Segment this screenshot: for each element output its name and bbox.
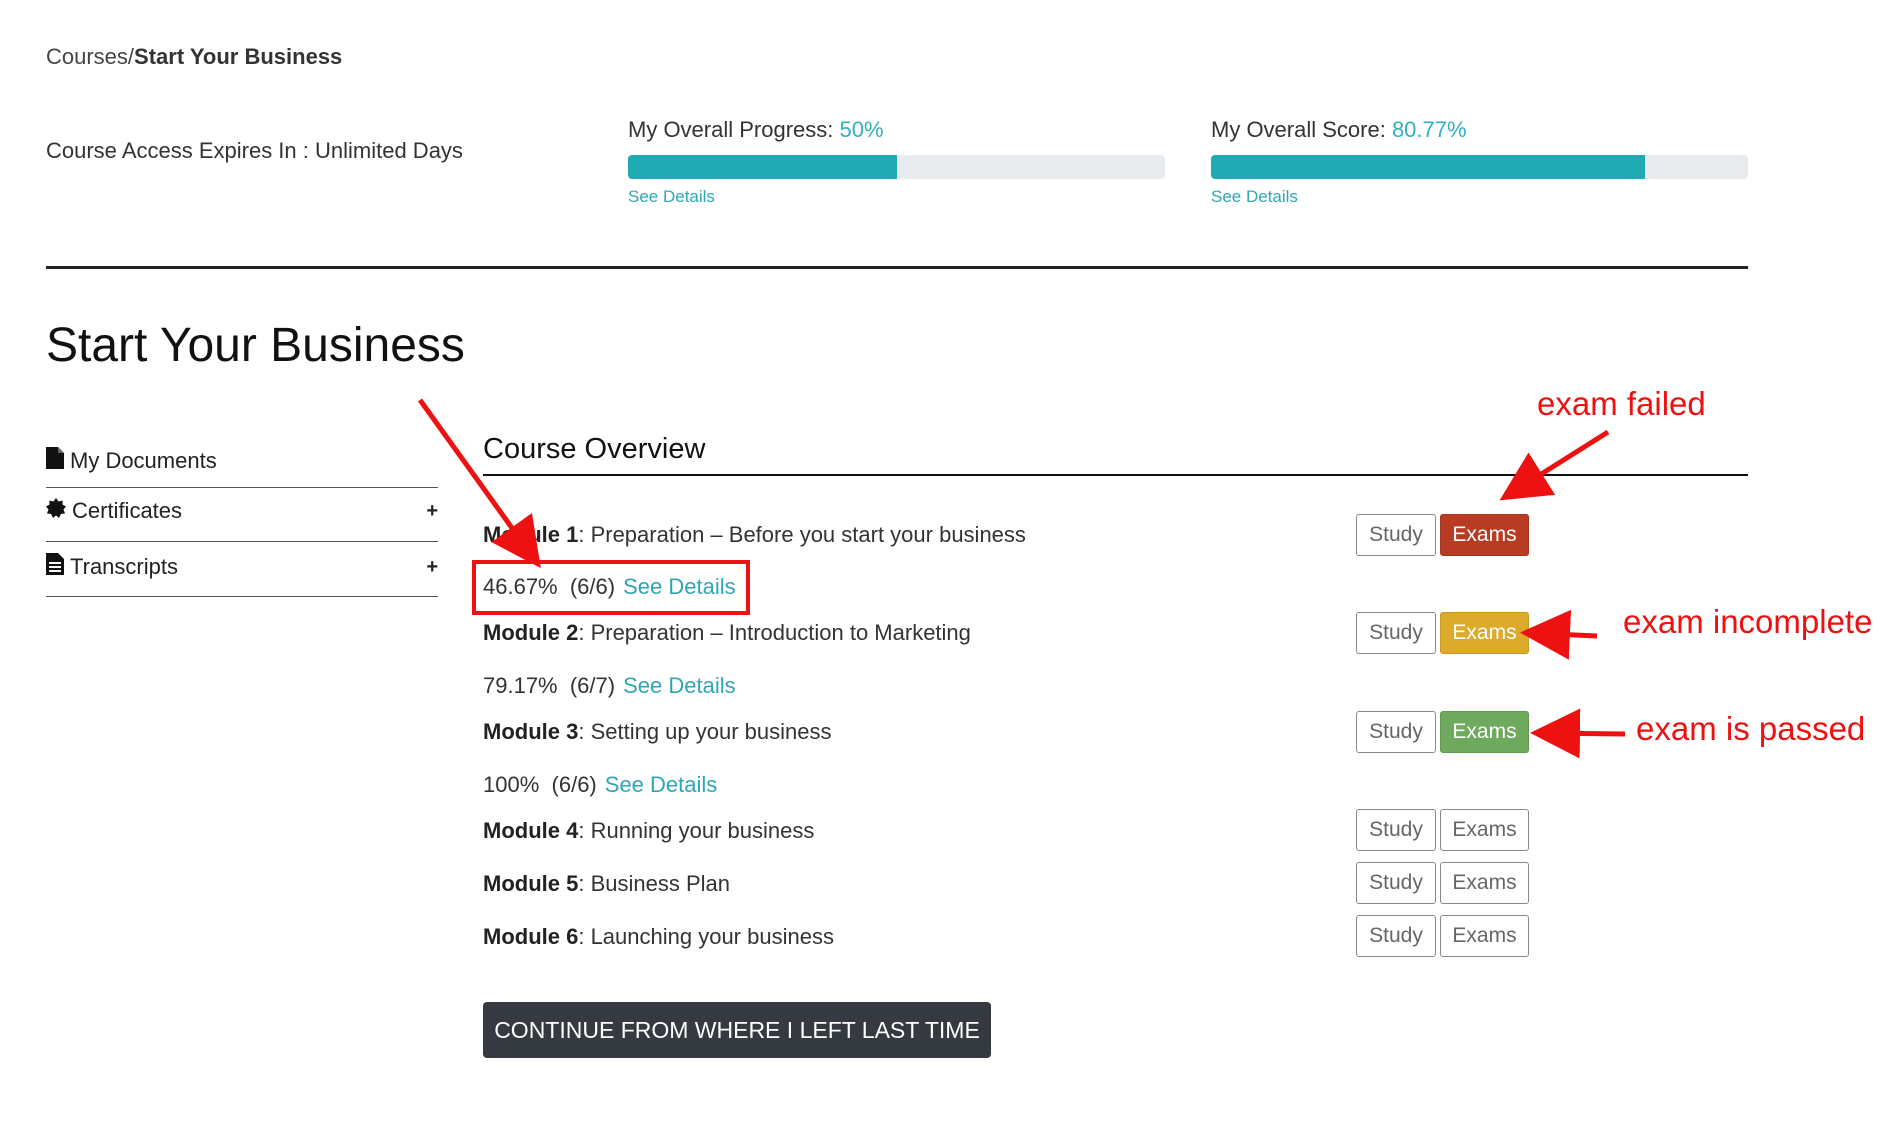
annotation-arrows (417, 398, 1626, 759)
arrow-to-stat-box (417, 398, 541, 569)
arrow-to-failed-exam (1499, 429, 1610, 501)
arrow-to-incomplete-exam (1520, 609, 1598, 660)
arrow-to-passed-exam (1530, 708, 1626, 759)
